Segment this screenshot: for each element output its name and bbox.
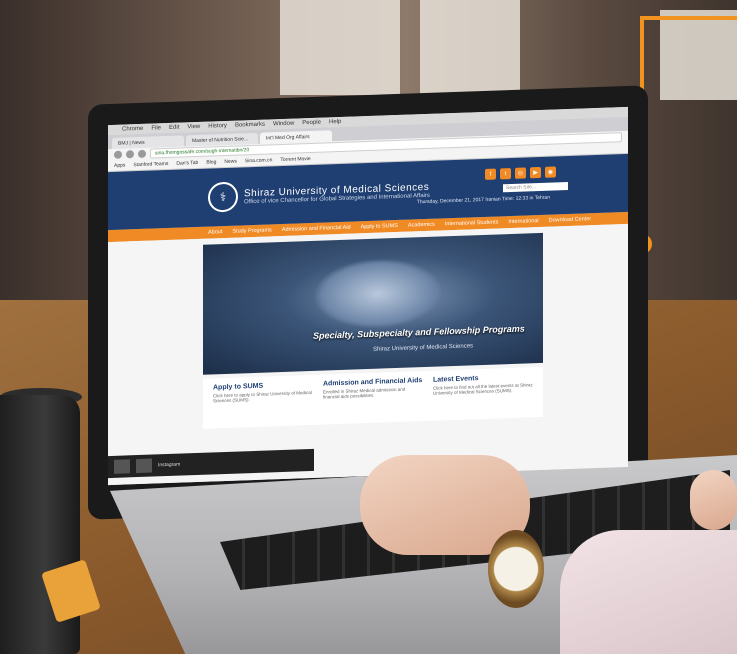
notification-bar: Instagram [108, 448, 314, 479]
card-text: Click here to find out all the latest ev… [433, 382, 533, 396]
menu-item[interactable]: Edit [169, 125, 179, 131]
window-light [280, 0, 400, 95]
hero-banner[interactable]: Specialty, Subspecialty and Fellowship P… [203, 232, 543, 375]
frame-line-top [640, 16, 737, 20]
forward-icon[interactable] [126, 150, 134, 159]
instagram-icon[interactable]: ◎ [515, 167, 526, 179]
twitter-icon[interactable]: t [500, 168, 511, 180]
card-apply[interactable]: Apply to SUMS Click here to apply to Shi… [213, 381, 313, 422]
notification-label: Instagram [158, 461, 181, 469]
menu-item[interactable]: View [187, 124, 200, 130]
back-icon[interactable] [114, 150, 122, 159]
card-admission[interactable]: Admission and Financial Aids Enrolled in… [323, 377, 423, 418]
youtube-icon[interactable]: ▶ [530, 166, 541, 179]
menu-item[interactable]: History [208, 123, 227, 130]
right-hand [690, 470, 737, 530]
menu-item[interactable]: File [151, 125, 161, 131]
wristwatch [488, 530, 544, 608]
nav-item[interactable]: Download Center [549, 216, 592, 223]
surgery-image [313, 256, 443, 331]
university-logo-icon: ⚕ [208, 181, 238, 213]
menu-item[interactable]: Bookmarks [235, 122, 265, 129]
bookmark-item[interactable]: Blog [206, 159, 216, 165]
hero-subtitle: Shiraz University of Medical Sciences [373, 343, 474, 353]
bookmark-item[interactable]: Apps [114, 162, 125, 168]
nav-item[interactable]: International [508, 218, 538, 225]
facebook-icon[interactable]: f [485, 168, 496, 180]
laptop-screen: Chrome File Edit View History Bookmarks … [108, 106, 628, 486]
window-light [420, 0, 520, 95]
sweater-sleeve [560, 530, 737, 654]
nav-item[interactable]: Admission and Financial Aid [282, 225, 351, 233]
menu-item[interactable]: Chrome [122, 126, 143, 133]
card-text: Enrolled in Shiraz Medical admission and… [323, 386, 406, 400]
site-brand[interactable]: ⚕ Shiraz University of Medical Sciences … [208, 175, 430, 213]
bookmark-item[interactable]: News [224, 159, 237, 165]
nav-item[interactable]: International Students [445, 219, 499, 227]
search-input[interactable]: Search Site... [503, 182, 568, 193]
menu-item[interactable]: People [302, 120, 321, 127]
window-light [660, 10, 737, 100]
nav-item[interactable]: Study Programs [232, 227, 271, 234]
thumbnail[interactable] [136, 458, 152, 474]
card-text: Click here to apply to Shiraz University… [213, 389, 312, 404]
page-content: Specialty, Subspecialty and Fellowship P… [108, 223, 628, 486]
nav-item[interactable]: Academics [408, 222, 435, 229]
menu-item[interactable]: Window [273, 121, 294, 128]
nav-item[interactable]: About [208, 229, 222, 236]
nav-item[interactable]: Apply to SUMS [361, 223, 398, 230]
reload-icon[interactable] [138, 149, 146, 159]
thumbnail[interactable] [114, 459, 130, 474]
card-events[interactable]: Latest Events Click here to find out all… [433, 373, 533, 414]
menu-item[interactable]: Help [329, 119, 341, 125]
bookmark-item[interactable]: Stanford Teams [133, 161, 168, 168]
social-links: f t ◎ ▶ ◉ [485, 166, 556, 180]
rss-icon[interactable]: ◉ [545, 166, 556, 178]
date-line: Thursday, December 21, 2017 Iranian Time… [416, 194, 550, 206]
bookmark-item[interactable]: Sina.com.cn [245, 157, 273, 164]
bookmark-item[interactable]: Dan's Tab [176, 160, 198, 167]
bookmark-item[interactable]: Torrent Movie [280, 156, 310, 163]
info-cards: Apply to SUMS Click here to apply to Shi… [203, 366, 543, 429]
